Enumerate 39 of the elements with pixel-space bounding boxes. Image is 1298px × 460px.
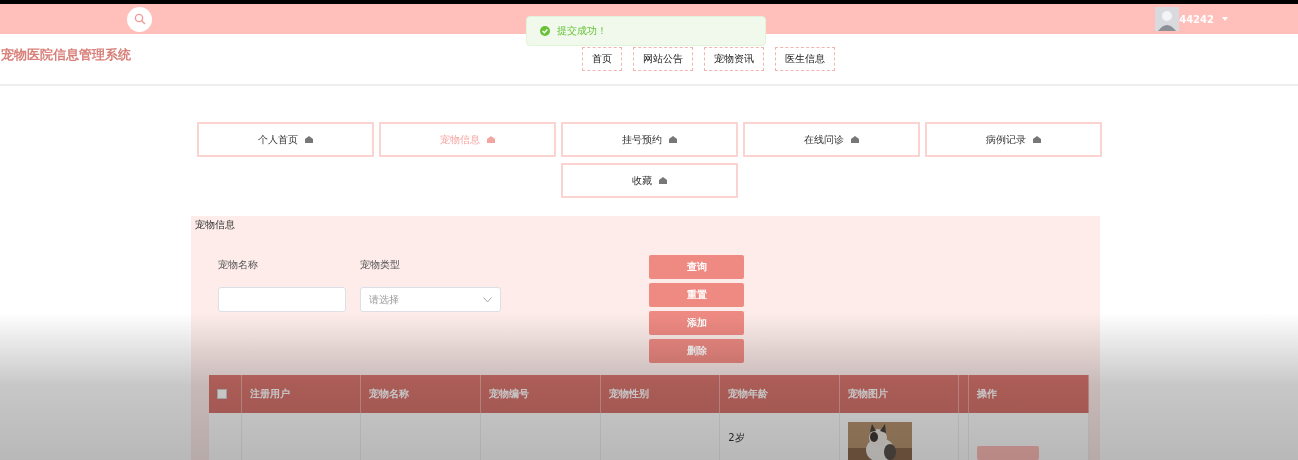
avatar[interactable] — [1155, 7, 1180, 31]
column-header — [959, 375, 970, 413]
input-field[interactable] — [218, 287, 346, 312]
column-header: 宠物编号 — [480, 375, 601, 413]
chevron-down-icon — [483, 296, 492, 303]
house-icon — [659, 177, 667, 184]
row-button[interactable] — [977, 446, 1040, 460]
column-header: 宠物年龄 — [720, 375, 840, 413]
table-cell: 2岁 — [720, 413, 840, 460]
nav-link[interactable]: 医生信息 — [775, 47, 835, 71]
menu-tile[interactable]: 收藏 — [561, 163, 738, 198]
checkbox[interactable] — [217, 389, 227, 399]
nav-link[interactable]: 首页 — [582, 47, 622, 71]
search-button[interactable] — [127, 6, 152, 32]
check-circle-icon — [540, 26, 550, 36]
table-cell — [209, 413, 242, 460]
column-header: 注册用户 — [241, 375, 362, 413]
column-header: 宠物图片 — [839, 375, 960, 413]
house-icon — [305, 136, 313, 143]
column-header: 操作 — [969, 375, 1089, 413]
column-header: 宠物性别 — [600, 375, 721, 413]
caret-icon[interactable] — [1222, 17, 1228, 21]
search-icon — [133, 13, 146, 25]
house-icon — [1033, 136, 1041, 143]
house-icon — [487, 136, 495, 143]
menu-tile[interactable]: 在线问诊 — [743, 122, 920, 157]
nav-link[interactable]: 网站公告 — [633, 47, 693, 71]
field-label: 宠物类型 — [360, 258, 401, 272]
menu-tile[interactable]: 挂号预约 — [561, 122, 738, 157]
column-header: 宠物名称 — [361, 375, 481, 413]
field-label: 宠物名称 — [218, 258, 259, 272]
nav-link[interactable]: 宠物资讯 — [704, 47, 764, 71]
toast-message: 提交成功！ — [557, 24, 607, 38]
panel-title: 宠物信息 — [195, 218, 236, 232]
house-icon — [669, 136, 677, 143]
site-title: 宠物医院信息管理系统 — [1, 46, 131, 64]
menu-tile[interactable]: 个人首页 — [197, 122, 374, 157]
house-icon — [851, 136, 859, 143]
menu-tile[interactable]: 病例记录 — [925, 122, 1102, 157]
